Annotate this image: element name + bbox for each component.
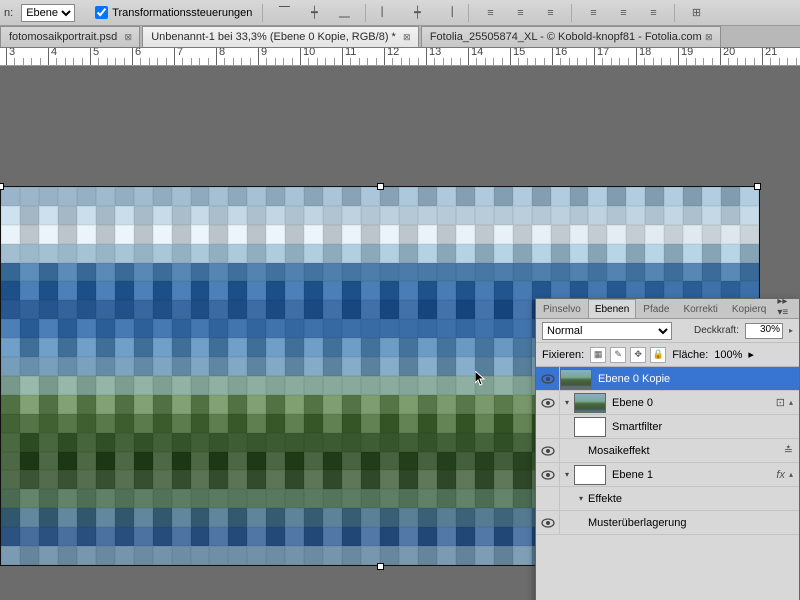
fx-icon: fx xyxy=(776,469,785,481)
disclosure-toggle[interactable]: ▾ xyxy=(574,494,588,503)
opacity-input[interactable]: 30% xyxy=(745,323,783,339)
layers-list: Ebene 0 Kopie ▾ Ebene 0 ⊡ ▴ Smartfilter Mosaik… xyxy=(536,367,799,535)
layer-name[interactable]: Ebene 1 xyxy=(612,469,770,481)
layer-row[interactable]: Musterüberlagerung xyxy=(536,511,799,535)
layer-row[interactable]: Smartfilter xyxy=(536,415,799,439)
panel-tab-strip: PinselvoEbenenPfadeKorrektiKopierq▸▸ ▾≡ xyxy=(536,299,799,319)
visibility-toggle[interactable] xyxy=(536,487,560,511)
transform-handle[interactable] xyxy=(377,563,384,570)
transform-handle[interactable] xyxy=(377,183,384,190)
distribute-bottom-icon[interactable]: ≡ xyxy=(539,3,561,23)
disclosure-icon[interactable]: ▴ xyxy=(789,470,793,479)
layer-name[interactable]: Musterüberlagerung xyxy=(588,517,799,529)
panel-tab[interactable]: Pinselvo xyxy=(536,299,588,318)
transform-controls-checkbox[interactable]: Transformationssteuerungen xyxy=(95,6,252,19)
fill-input[interactable]: 100% xyxy=(714,349,742,361)
panel-tab[interactable]: Kopierq xyxy=(725,299,773,318)
lock-row: Fixieren: ▦ ✎ ✥ 🔒 Fläche: 100% ▸ xyxy=(536,343,799,367)
distribute-right-icon[interactable]: ≡ xyxy=(642,3,664,23)
lock-transparency-icon[interactable]: ▦ xyxy=(590,347,606,363)
panel-tab[interactable]: Korrekti xyxy=(676,299,724,318)
opacity-label: Deckkraft: xyxy=(694,325,739,336)
visibility-toggle[interactable] xyxy=(536,511,560,535)
document-tab-bar: fotomosaikportrait.psd⊠Unbenannt-1 bei 3… xyxy=(0,26,800,48)
visibility-toggle[interactable] xyxy=(536,463,560,487)
layer-row[interactable]: Ebene 0 Kopie xyxy=(536,367,799,391)
layer-name[interactable]: Mosaikeffekt xyxy=(588,445,778,457)
panel-tab[interactable]: Pfade xyxy=(636,299,676,318)
distribute-top-icon[interactable]: ≡ xyxy=(479,3,501,23)
layers-panel: PinselvoEbenenPfadeKorrektiKopierq▸▸ ▾≡ … xyxy=(535,298,800,600)
align-vcenter-icon[interactable]: ┿ xyxy=(303,3,325,23)
visibility-toggle[interactable] xyxy=(536,439,560,463)
layer-row[interactable]: ▾ Ebene 0 ⊡ ▴ xyxy=(536,391,799,415)
horizontal-ruler: 3456789101112131415161718192021 xyxy=(0,48,800,66)
align-hcenter-icon[interactable]: ┿ xyxy=(406,3,428,23)
close-tab-icon[interactable]: ⊠ xyxy=(121,30,135,44)
options-prefix: n: xyxy=(4,7,13,19)
layer-row[interactable]: Mosaikeffekt ≛ xyxy=(536,439,799,463)
fill-label: Fläche: xyxy=(672,349,708,361)
document-tab[interactable]: Unbenannt-1 bei 33,3% (Ebene 0 Kopie, RG… xyxy=(142,26,419,47)
lock-all-icon[interactable]: 🔒 xyxy=(650,347,666,363)
layer-thumbnail[interactable] xyxy=(574,393,606,413)
visibility-toggle[interactable] xyxy=(536,415,560,439)
visibility-toggle[interactable] xyxy=(536,391,560,415)
align-top-icon[interactable]: ⎺ xyxy=(273,3,295,23)
align-left-icon[interactable]: ⎸ xyxy=(376,3,398,23)
disclosure-toggle[interactable]: ▾ xyxy=(560,470,574,479)
layer-row[interactable]: ▾ Ebene 1 fx ▴ xyxy=(536,463,799,487)
distribute-vcenter-icon[interactable]: ≡ xyxy=(509,3,531,23)
disclosure-icon[interactable]: ▴ xyxy=(789,398,793,407)
document-tab[interactable]: Fotolia_25505874_XL - © Kobold-knopf81 -… xyxy=(421,26,721,47)
align-bottom-icon[interactable]: ⎽ xyxy=(333,3,355,23)
smart-object-icon: ⊡ xyxy=(776,396,785,409)
close-tab-icon[interactable]: ⊠ xyxy=(702,30,716,44)
canvas-area[interactable]: PinselvoEbenenPfadeKorrektiKopierq▸▸ ▾≡ … xyxy=(0,66,800,600)
layer-name[interactable]: Ebene 0 Kopie xyxy=(598,373,799,385)
filter-edit-icon[interactable]: ≛ xyxy=(784,444,793,457)
transform-handle[interactable] xyxy=(0,183,4,190)
layer-thumbnail[interactable] xyxy=(560,369,592,389)
layer-target-select[interactable]: Ebene xyxy=(21,4,75,22)
options-bar: n: Ebene Transformationssteuerungen ⎺ ┿ … xyxy=(0,0,800,26)
distribute-hcenter-icon[interactable]: ≡ xyxy=(612,3,634,23)
opacity-flyout-icon[interactable]: ▸ xyxy=(789,326,793,335)
align-right-icon[interactable]: ⎹ xyxy=(436,3,458,23)
layer-thumbnail[interactable] xyxy=(574,465,606,485)
layer-name[interactable]: Ebene 0 xyxy=(612,397,770,409)
blend-mode-row: Normal Deckkraft: 30% ▸ xyxy=(536,319,799,343)
layer-name[interactable]: Effekte xyxy=(588,493,799,505)
panel-menu-icon[interactable]: ▸▸ ▾≡ xyxy=(773,296,799,318)
fill-flyout-icon[interactable]: ▸ xyxy=(748,348,754,361)
layer-thumbnail[interactable] xyxy=(574,417,606,437)
blend-mode-select[interactable]: Normal xyxy=(542,322,672,340)
layer-row[interactable]: ▾Effekte xyxy=(536,487,799,511)
visibility-toggle[interactable] xyxy=(536,367,560,391)
lock-pixels-icon[interactable]: ✎ xyxy=(610,347,626,363)
auto-align-icon[interactable]: ⊞ xyxy=(685,3,707,23)
disclosure-toggle[interactable]: ▾ xyxy=(560,398,574,407)
panel-tab[interactable]: Ebenen xyxy=(588,299,636,318)
close-tab-icon[interactable]: ⊠ xyxy=(400,30,414,44)
layer-name[interactable]: Smartfilter xyxy=(612,421,799,433)
distribute-left-icon[interactable]: ≡ xyxy=(582,3,604,23)
transform-handle[interactable] xyxy=(754,183,761,190)
document-tab[interactable]: fotomosaikportrait.psd⊠ xyxy=(0,26,140,47)
lock-position-icon[interactable]: ✥ xyxy=(630,347,646,363)
